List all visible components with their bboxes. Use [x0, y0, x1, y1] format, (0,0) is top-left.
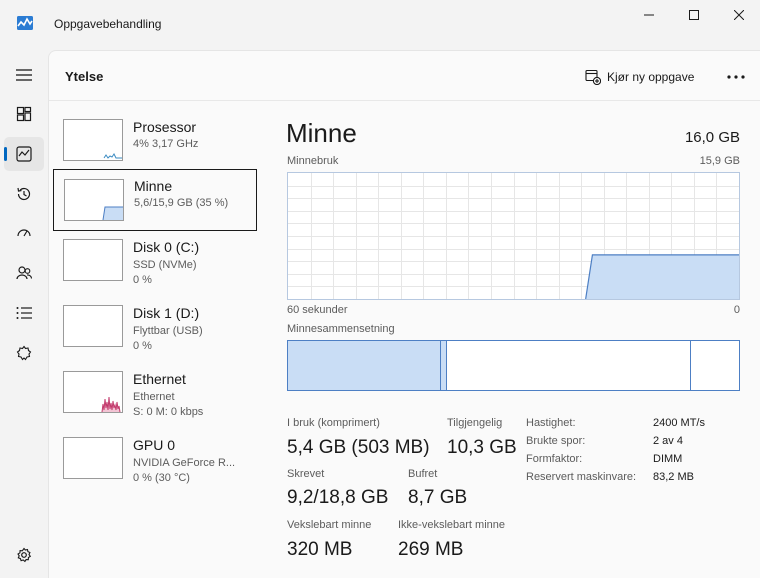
- cached-label: Bufret: [408, 468, 438, 480]
- task-manager-app-icon: [17, 16, 33, 30]
- title-bar: Oppgavebehandling: [0, 0, 760, 50]
- device-name: Disk 1 (D:): [133, 305, 200, 321]
- device-detail: 4% 3,17 GHz: [133, 138, 199, 150]
- device-name: Ethernet: [133, 371, 186, 387]
- nav-item-details[interactable]: [4, 296, 44, 330]
- device-name: Disk 0 (C:): [133, 239, 200, 255]
- run-task-icon: [585, 69, 601, 85]
- nonpaged-pool-label: Ikke-vekslebart minne: [398, 519, 505, 531]
- in-use-label: I bruk (komprimert): [287, 417, 380, 429]
- device-detail: Flyttbar (USB): [133, 325, 203, 337]
- settings-icon: [17, 547, 32, 563]
- minimize-icon: [644, 14, 654, 16]
- device-item-memory[interactable]: Minne 5,6/15,9 GB (35 %): [53, 169, 257, 231]
- device-detail: Ethernet: [133, 391, 175, 403]
- composition-standby: [447, 341, 691, 390]
- disk1-thumbnail-graph: [63, 305, 123, 347]
- maximize-icon: [689, 10, 699, 20]
- device-usage: 0 %: [133, 340, 152, 352]
- details-icon: [16, 307, 32, 319]
- close-button[interactable]: [716, 0, 760, 30]
- nav-item-settings[interactable]: [4, 538, 44, 572]
- startup-apps-icon: [17, 229, 31, 237]
- device-item-cpu[interactable]: Prosessor 4% 3,17 GHz: [53, 111, 257, 173]
- run-new-task-label: Kjør ny oppgave: [607, 70, 695, 84]
- minimize-button[interactable]: [626, 0, 672, 30]
- cpu-thumbnail-graph: [63, 119, 123, 161]
- device-item-ethernet[interactable]: Ethernet Ethernet S: 0 M: 0 kbps: [53, 363, 257, 425]
- memory-thumbnail-graph: [64, 179, 124, 221]
- time-axis-start: 60 sekunder: [287, 304, 348, 316]
- nav-item-users[interactable]: [4, 256, 44, 290]
- paged-pool-value: 320 MB: [287, 539, 353, 560]
- memory-usage-graph: [287, 172, 740, 300]
- cached-value: 8,7 GB: [408, 487, 468, 508]
- in-use-value: 5,4 GB (503 MB): [287, 437, 430, 458]
- spec-form-factor-key: Formfaktor:: [526, 453, 583, 465]
- users-icon: [16, 266, 32, 280]
- memory-total: 16,0 GB: [684, 129, 740, 146]
- nav-item-app-history[interactable]: [4, 177, 44, 211]
- spec-speed-key: Hastighet:: [526, 417, 576, 429]
- spec-slots-key: Brukte spor:: [526, 435, 586, 447]
- ethernet-thumbnail-graph: [63, 371, 123, 413]
- window-title: Oppgavebehandling: [54, 17, 162, 31]
- more-options-button[interactable]: [725, 67, 747, 87]
- services-icon: [16, 345, 32, 361]
- hamburger-menu-icon: [16, 69, 32, 81]
- disk0-thumbnail-graph: [63, 239, 123, 281]
- spec-slots-value: 2 av 4: [653, 435, 683, 447]
- gpu-thumbnail-graph: [63, 437, 123, 479]
- time-axis-end: 0: [733, 304, 740, 316]
- device-usage: 0 %: [133, 274, 152, 286]
- device-item-gpu[interactable]: GPU 0 NVIDIA GeForce R... 0 % (30 °C): [53, 429, 257, 491]
- device-usage: 0 % (30 °C): [133, 472, 190, 484]
- detail-title: Minne: [286, 118, 357, 148]
- nav-menu-toggle[interactable]: [4, 58, 44, 92]
- available-label: Tilgjengelig: [447, 417, 503, 429]
- device-name: Prosessor: [133, 119, 197, 135]
- committed-label: Skrevet: [287, 468, 325, 480]
- processes-icon: [16, 106, 32, 122]
- available-value: 10,3 GB: [447, 437, 517, 458]
- app-history-icon: [17, 187, 31, 201]
- device-detail: 5,6/15,9 GB (35 %): [134, 197, 229, 209]
- composition-label: Minnesammensetning: [287, 323, 395, 335]
- run-new-task-button[interactable]: Kjør ny oppgave: [585, 67, 694, 87]
- navigation-rail: [0, 50, 48, 578]
- usage-area: [585, 254, 739, 299]
- main-panel: Ytelse Kjør ny oppgave Prosessor 4% 3,17…: [48, 50, 760, 578]
- page-header: Ytelse Kjør ny oppgave: [49, 51, 760, 101]
- device-name: Minne: [134, 178, 173, 194]
- close-icon: [734, 10, 744, 20]
- usage-graph-label: Minnebruk: [287, 155, 339, 167]
- nav-item-startup-apps[interactable]: [4, 216, 44, 250]
- device-item-disk0[interactable]: Disk 0 (C:) SSD (NVMe) 0 %: [53, 231, 257, 293]
- nav-item-services[interactable]: [4, 336, 44, 370]
- device-item-disk1[interactable]: Disk 1 (D:) Flyttbar (USB) 0 %: [53, 297, 257, 359]
- device-name: GPU 0: [133, 437, 176, 453]
- composition-in-use: [288, 341, 441, 390]
- device-detail: NVIDIA GeForce R...: [133, 457, 236, 469]
- performance-icon: [16, 146, 32, 162]
- device-detail: SSD (NVMe): [133, 259, 197, 271]
- composition-free: [691, 341, 739, 390]
- spec-reserved-key: Reservert maskinvare:: [526, 471, 637, 483]
- nav-item-processes[interactable]: [4, 97, 44, 131]
- more-options-icon: [727, 75, 745, 79]
- nonpaged-pool-value: 269 MB: [398, 539, 464, 560]
- paged-pool-label: Vekslebart minne: [287, 519, 372, 531]
- device-throughput: S: 0 M: 0 kbps: [133, 406, 204, 418]
- spec-reserved-value: 83,2 MB: [653, 471, 694, 483]
- memory-composition-bar: [287, 340, 740, 391]
- nav-item-performance[interactable]: [4, 137, 44, 171]
- spec-speed-value: 2400 MT/s: [653, 417, 705, 429]
- maximize-button[interactable]: [671, 0, 717, 30]
- spec-form-factor-value: DIMM: [653, 453, 683, 465]
- committed-value: 9,2/18,8 GB: [287, 487, 389, 508]
- usage-graph-max: 15,9 GB: [699, 155, 740, 167]
- page-title: Ytelse: [65, 69, 104, 84]
